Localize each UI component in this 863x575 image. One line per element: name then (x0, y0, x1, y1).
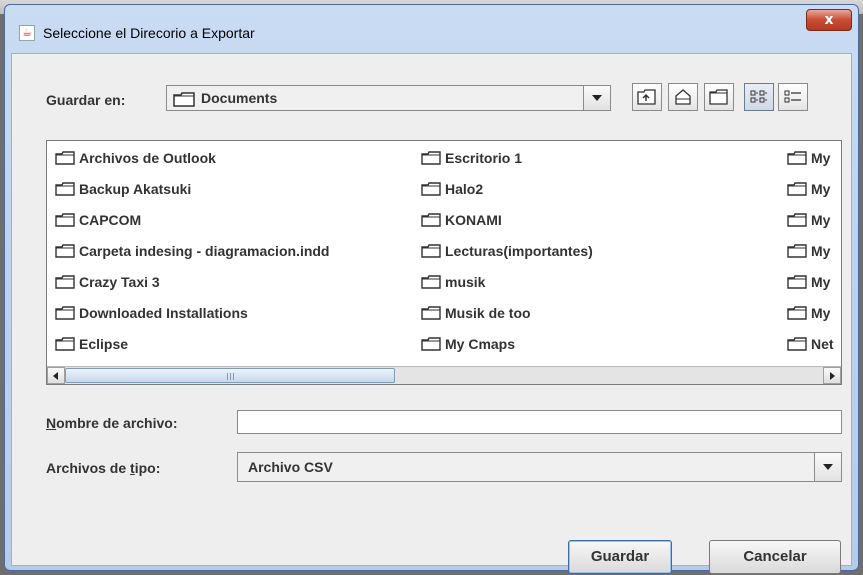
file-name: My (811, 243, 831, 259)
new-folder-icon (709, 89, 728, 105)
grip-icon (227, 373, 234, 380)
title-bar[interactable]: ☕ Seleccione el Direcorio a Exportar x (5, 5, 858, 53)
java-icon: ☕ (19, 25, 35, 41)
dialog-content: Guardar en: Documents Archivos de Outloo… (11, 53, 852, 574)
folder-icon (787, 275, 807, 289)
folder-icon (55, 244, 75, 258)
folder-icon (787, 306, 807, 320)
file-name: Halo2 (445, 181, 484, 197)
filename-input[interactable] (237, 410, 842, 434)
file-name: KONAMI (445, 212, 502, 228)
file-name: CAPCOM (79, 212, 142, 228)
save-dialog: ☕ Seleccione el Direcorio a Exportar x G… (4, 4, 859, 574)
folder-icon (55, 151, 75, 165)
chevron-down-icon[interactable] (583, 86, 610, 110)
look-in-value: Documents (201, 90, 278, 106)
folder-icon (55, 337, 75, 351)
file-name: My Cmaps (445, 336, 516, 352)
home-folder-icon (675, 89, 691, 105)
file-name: My (811, 181, 831, 197)
folder-icon (787, 244, 807, 258)
folder-icon (421, 337, 441, 351)
folder-icon (421, 151, 441, 165)
folder-icon (421, 306, 441, 320)
filename-label: Nombre de archivo: (46, 415, 178, 431)
folder-icon (787, 182, 807, 196)
file-name: Net (811, 336, 834, 352)
file-name: My (811, 274, 831, 290)
scroll-right-button[interactable] (823, 367, 841, 384)
file-name: My (811, 150, 831, 166)
up-folder-icon (637, 89, 656, 105)
file-name: Escritorio 1 (445, 150, 523, 166)
filetype-label: Archivos de tipo: (46, 460, 161, 476)
folder-icon (787, 151, 807, 165)
look-in-select[interactable]: Documents (166, 85, 611, 111)
chevron-down-icon[interactable] (814, 453, 841, 481)
folder-icon (55, 306, 75, 320)
file-list[interactable]: Archivos de Outlook Backup Akatsuki CAPC… (46, 140, 842, 385)
look-in-label: Guardar en: (46, 92, 126, 108)
file-name: musik (445, 274, 486, 290)
folder-icon (421, 213, 441, 227)
file-name: Downloaded Installations (79, 305, 248, 321)
file-name: Musik de too (445, 305, 531, 321)
list-view-button[interactable] (744, 83, 774, 111)
filetype-select[interactable]: Archivo CSV (237, 452, 842, 482)
horizontal-scrollbar[interactable] (47, 366, 841, 384)
folder-icon (421, 182, 441, 196)
file-name: Eclipse (79, 336, 129, 352)
file-name: Lecturas(importantes) (445, 243, 593, 259)
details-view-icon (784, 90, 801, 103)
list-view-icon (750, 90, 767, 103)
home-button[interactable] (668, 83, 698, 111)
window-title: Seleccione el Direcorio a Exportar (43, 25, 255, 41)
scroll-left-button[interactable] (47, 367, 65, 384)
scrollbar-thumb[interactable] (65, 368, 395, 383)
folder-icon (55, 275, 75, 289)
file-name: My (811, 212, 831, 228)
filetype-value: Archivo CSV (248, 459, 333, 475)
file-name: Archivos de Outlook (79, 150, 216, 166)
file-name: My (811, 305, 831, 321)
new-folder-button[interactable] (704, 83, 734, 111)
details-view-button[interactable] (778, 83, 808, 111)
file-name: Carpeta indesing - diagramacion.indd (79, 243, 330, 259)
folder-icon (421, 244, 441, 258)
file-name: Crazy Taxi 3 (79, 274, 160, 290)
up-folder-button[interactable] (632, 83, 662, 111)
folder-icon (55, 182, 75, 196)
file-name: Backup Akatsuki (79, 181, 192, 197)
close-button[interactable]: x (806, 9, 852, 31)
folder-icon (421, 275, 441, 289)
save-button[interactable]: Guardar (568, 540, 672, 574)
folder-icon (787, 213, 807, 227)
folder-icon (787, 337, 807, 351)
cancel-button[interactable]: Cancelar (709, 540, 841, 574)
folder-icon (173, 92, 195, 107)
folder-icon (55, 213, 75, 227)
